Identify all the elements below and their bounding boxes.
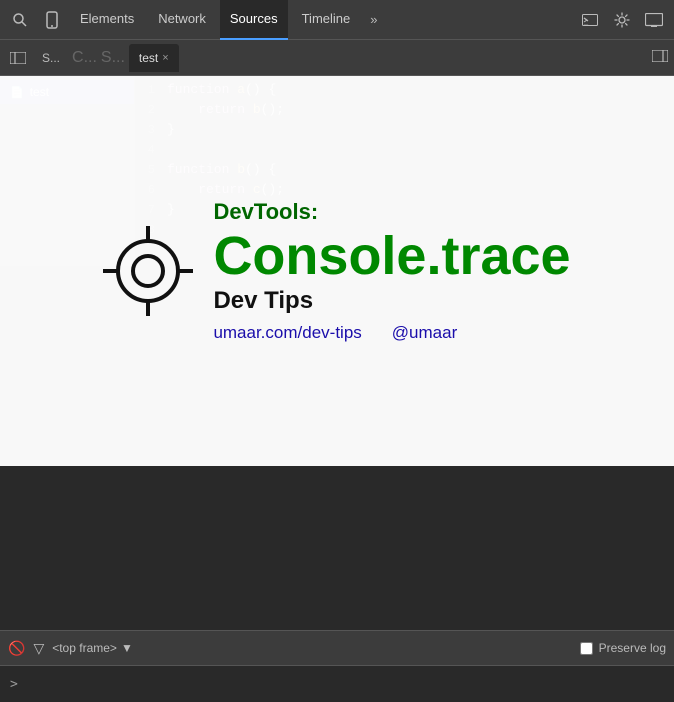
screen-icon[interactable] [640, 6, 668, 34]
crosshair-icon [103, 226, 193, 316]
source-tab-s1[interactable]: S... [34, 47, 68, 69]
tab-timeline[interactable]: Timeline [292, 0, 361, 40]
top-toolbar: Elements Network Sources Timeline » _ [0, 0, 674, 40]
overlay-title: Console.trace [213, 229, 570, 283]
overlay-links: umaar.com/dev-tips @umaar [213, 323, 457, 343]
overlay-link-website[interactable]: umaar.com/dev-tips [213, 323, 361, 343]
file-tab-test[interactable]: test × [129, 44, 179, 72]
sidebar-toggle-icon[interactable] [6, 46, 30, 70]
tab-sep-1: C... [72, 49, 97, 67]
frame-label: <top frame> [52, 641, 117, 655]
tab-elements[interactable]: Elements [70, 0, 144, 40]
overlay-subtitle: Dev Tips [213, 287, 313, 315]
collapse-icon[interactable] [652, 49, 668, 67]
settings-icon[interactable] [608, 6, 636, 34]
block-icon[interactable]: 🚫 [8, 640, 25, 657]
search-icon[interactable] [6, 6, 34, 34]
preserve-log-control: Preserve log [580, 641, 666, 655]
console-bar: 🚫 ▽ <top frame> ▼ Preserve log [0, 630, 674, 666]
terminal-icon[interactable]: _ [576, 6, 604, 34]
overlay-text-block: DevTools: Console.trace Dev Tips umaar.c… [213, 199, 570, 343]
close-tab-icon[interactable]: × [162, 52, 168, 64]
console-output: > [0, 666, 674, 702]
more-tabs-icon[interactable]: » [364, 12, 383, 27]
overlay-devtools-label: DevTools: [213, 199, 318, 225]
overlay-link-twitter[interactable]: @umaar [392, 323, 457, 343]
frame-selector[interactable]: <top frame> ▼ [52, 641, 133, 655]
frame-chevron-icon: ▼ [121, 641, 133, 655]
filter-icon[interactable]: ▽ [33, 640, 44, 657]
tab-sources[interactable]: Sources [220, 0, 288, 40]
second-toolbar: S... C... S... test × [0, 40, 674, 76]
toolbar-right: _ [576, 6, 668, 34]
overlay-card: DevTools: Console.trace Dev Tips umaar.c… [0, 76, 674, 466]
preserve-log-label: Preserve log [599, 641, 666, 655]
console-prompt-symbol: > [10, 677, 18, 692]
preserve-log-checkbox[interactable] [580, 642, 593, 655]
tab-sep-2: S... [101, 49, 125, 67]
tab-network[interactable]: Network [148, 0, 216, 40]
mobile-icon[interactable] [38, 6, 66, 34]
